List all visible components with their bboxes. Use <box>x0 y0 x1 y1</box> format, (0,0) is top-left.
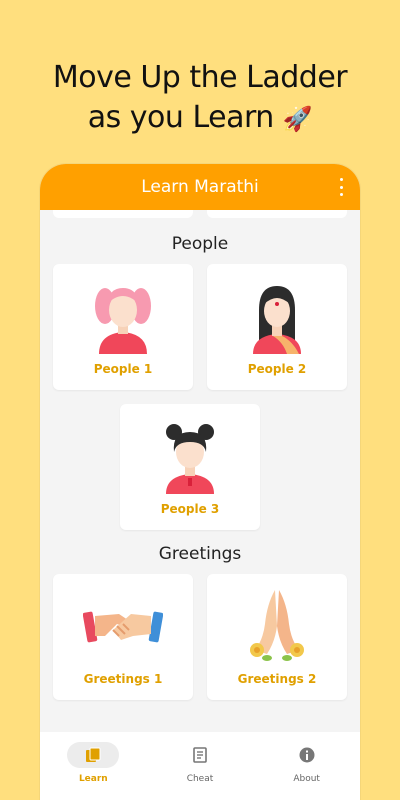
card-greetings-2[interactable]: Greetings 2 <box>207 574 347 700</box>
card-label: People 1 <box>93 362 153 376</box>
previous-card[interactable] <box>53 210 193 218</box>
more-vert-icon[interactable] <box>338 178 344 196</box>
girl-buns-icon <box>166 424 214 494</box>
app-bar: Learn Marathi <box>40 164 360 210</box>
lesson-list[interactable]: People People 1 People 2 People 3 Greeti… <box>40 210 360 732</box>
card-people-2[interactable]: People 2 <box>207 264 347 390</box>
woman-bindi-icon <box>253 286 301 354</box>
card-label: People 2 <box>247 362 307 376</box>
previous-card[interactable] <box>207 210 347 218</box>
nav-item-cheat[interactable]: Cheat <box>155 732 245 800</box>
promo-headline: Move Up the Ladder as you Learn 🚀 <box>0 58 400 139</box>
card-label: People 3 <box>160 502 220 516</box>
bottom-navigation: Learn Cheat About <box>40 732 360 800</box>
headline-line-1: Move Up the Ladder <box>52 60 348 95</box>
section-title-people: People <box>171 234 229 254</box>
headline-line-2-text: as you Learn <box>87 100 275 135</box>
phone-frame: Learn Marathi People People 1 People 2 P… <box>40 164 360 800</box>
girl-pigtails-icon <box>95 288 151 354</box>
card-label: Greetings 1 <box>83 672 163 686</box>
nav-label: Cheat <box>186 774 214 784</box>
namaste-hands-icon <box>250 590 304 661</box>
rocket-icon: 🚀 <box>282 105 313 133</box>
nav-item-learn[interactable]: Learn <box>48 732 138 800</box>
cards-icon <box>86 747 101 762</box>
nav-label: Learn <box>78 774 108 784</box>
nav-item-about[interactable]: About <box>262 732 352 800</box>
info-icon <box>299 747 315 763</box>
card-people-1[interactable]: People 1 <box>53 264 193 390</box>
nav-label: About <box>293 774 320 784</box>
app-title: Learn Marathi <box>141 177 259 197</box>
notes-icon <box>193 747 207 763</box>
card-greetings-1[interactable]: Greetings 1 <box>53 574 193 700</box>
handshake-icon <box>83 611 163 643</box>
headline-line-2: as you Learn 🚀 <box>0 98 400 139</box>
card-label: Greetings 2 <box>237 672 317 686</box>
card-people-3[interactable]: People 3 <box>120 404 260 530</box>
section-title-greetings: Greetings <box>158 544 242 564</box>
